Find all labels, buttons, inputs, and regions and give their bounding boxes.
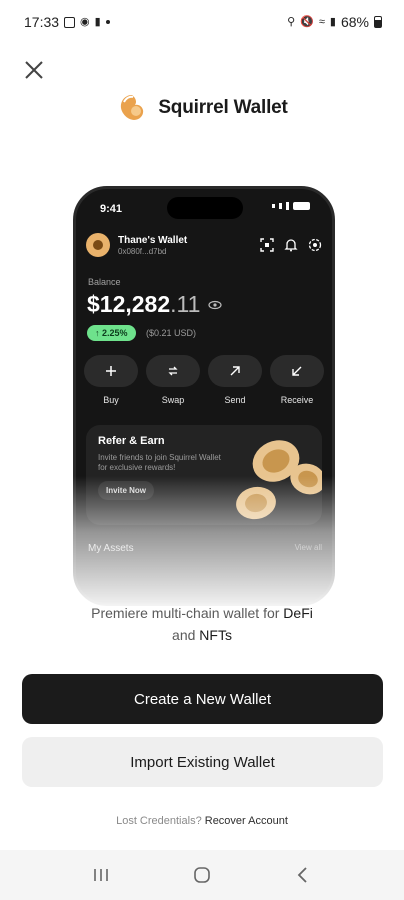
- back-icon: [298, 867, 307, 883]
- buy-label: Buy: [103, 395, 119, 405]
- mockup-battery-icon: [293, 202, 310, 210]
- tagline-defi: DeFi: [283, 605, 313, 621]
- recents-icon: [93, 869, 108, 881]
- swap-label: Swap: [161, 395, 185, 405]
- app-name: Squirrel Wallet: [158, 97, 288, 118]
- signal-small-icon: ▮: [94, 15, 101, 28]
- notification-icon: ◉: [80, 15, 90, 28]
- mockup-time: 9:41: [100, 203, 123, 215]
- buy-action: Buy: [84, 355, 138, 405]
- mockup-signal-bar: [286, 202, 289, 210]
- gallery-notification-icon: [64, 16, 76, 28]
- battery-percent: 68%: [340, 14, 369, 30]
- dynamic-island: [167, 197, 243, 219]
- back-button[interactable]: [283, 860, 323, 890]
- close-icon: [25, 61, 43, 79]
- bell-icon: [284, 239, 298, 252]
- recover-row: Lost Credentials? Recover Account: [0, 815, 404, 827]
- settings-icon: [308, 238, 322, 252]
- clock: 17:33: [24, 14, 60, 30]
- create-wallet-button[interactable]: Create a New Wallet: [22, 674, 383, 724]
- mockup-status-icons: [272, 202, 310, 210]
- my-assets-label: My Assets: [88, 543, 134, 554]
- balance-main: $12,282: [87, 291, 171, 317]
- eye-icon: [208, 300, 223, 309]
- receive-label: Receive: [280, 395, 314, 405]
- tagline-nfts: NFTs: [199, 627, 232, 643]
- refer-description: Invite friends to join Squirrel Wallet f…: [98, 453, 221, 473]
- change-badge: ↑ 2.25%: [87, 325, 136, 341]
- wallet-header: Thane's Wallet 0x080f...d7bd: [86, 233, 322, 257]
- invite-now-button: Invite Now: [98, 480, 155, 500]
- balance-value: $12,282.11: [87, 291, 223, 318]
- wallet-address: 0x080f...d7bd: [118, 246, 167, 256]
- squirrel-logo-icon: [121, 95, 144, 120]
- receive-arrow-icon: [292, 366, 302, 376]
- refer-card: Refer & Earn Invite friends to join Squi…: [86, 425, 322, 525]
- wallet-name: Thane's Wallet: [118, 234, 188, 246]
- mockup-signal-icon: [272, 204, 275, 208]
- balance-cents: .11: [170, 291, 201, 317]
- lost-credentials-text: Lost Credentials?: [116, 815, 202, 827]
- system-nav-bar: [0, 850, 404, 900]
- more-notifications-icon: [105, 20, 110, 24]
- buy-action-circle: [84, 355, 138, 387]
- squirrel-avatar-icon: [93, 240, 103, 250]
- tagline-line2: and: [172, 627, 200, 643]
- cell-signal-icon: ▮: [329, 15, 336, 28]
- phone-mockup: 9:41 Thane's Wallet 0x080f...d7bd Balanc…: [73, 186, 335, 606]
- scan-icon: [260, 238, 274, 252]
- send-action-circle: [208, 355, 262, 387]
- balance-label: Balance: [88, 277, 121, 287]
- quick-actions: Buy Swap Send Receive: [84, 355, 324, 405]
- mute-icon: 🔇: [300, 15, 314, 28]
- send-label: Send: [224, 395, 246, 405]
- recents-button[interactable]: [81, 860, 121, 890]
- wifi-icon: ≈: [318, 15, 325, 28]
- tagline: Premiere multi-chain wallet for DeFi and…: [0, 602, 404, 646]
- wallet-avatar: [86, 233, 110, 257]
- receive-action: Receive: [270, 355, 324, 405]
- plus-icon: [106, 366, 116, 376]
- coins-illustration-icon: [236, 440, 322, 520]
- my-assets-row: My Assets View all: [88, 543, 322, 554]
- key-icon: ⚲: [287, 15, 296, 28]
- swap-action-circle: [146, 355, 200, 387]
- recover-account-link[interactable]: Recover Account: [205, 815, 288, 827]
- swap-action: Swap: [146, 355, 200, 405]
- battery-icon: [374, 16, 382, 28]
- receive-action-circle: [270, 355, 324, 387]
- status-bar: 17:33 ◉ ▮ ⚲ 🔇 ≈ ▮ 68%: [0, 0, 404, 44]
- change-amount: ($0.21 USD): [146, 328, 197, 338]
- app-logo: Squirrel Wallet: [0, 92, 404, 124]
- send-action: Send: [208, 355, 262, 405]
- tagline-line1: Premiere multi-chain wallet for: [91, 605, 284, 621]
- import-wallet-button[interactable]: Import Existing Wallet: [22, 737, 383, 787]
- send-arrow-icon: [230, 366, 240, 376]
- mockup-signal-bar: [279, 203, 282, 209]
- swap-icon: [168, 366, 178, 376]
- home-icon: [194, 867, 210, 883]
- close-button[interactable]: [20, 56, 48, 84]
- view-all-link: View all: [294, 543, 322, 552]
- home-button[interactable]: [182, 860, 222, 890]
